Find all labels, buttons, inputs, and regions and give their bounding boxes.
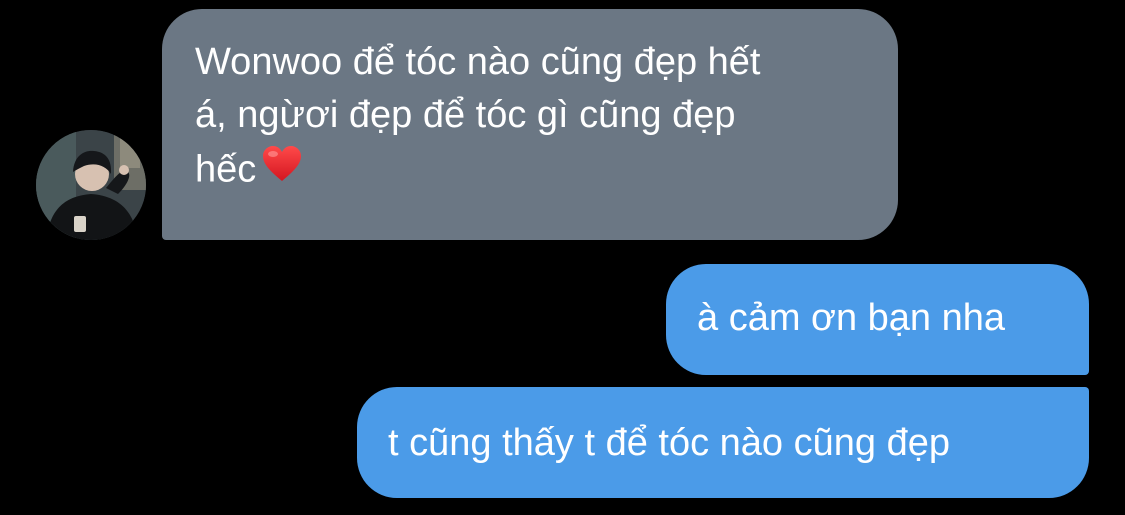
message-line-with-emoji: hếc: [195, 146, 868, 194]
message-line: hếc: [195, 148, 257, 191]
incoming-message-bubble[interactable]: Wonwoo để tóc nào cũng đẹp hết á, ngừơi …: [162, 9, 898, 240]
outgoing-message-bubble[interactable]: à cảm ơn bạn nha: [666, 264, 1089, 375]
red-heart-icon: [262, 145, 302, 190]
avatar[interactable]: [36, 130, 146, 240]
message-text: t cũng thấy t để tóc nào cũng đẹp: [388, 422, 950, 464]
profile-photo-avatar-icon: [36, 130, 146, 240]
message-line: Wonwoo để tóc nào cũng đẹp hết: [195, 41, 761, 83]
outgoing-message-bubble[interactable]: t cũng thấy t để tóc nào cũng đẹp: [357, 387, 1089, 498]
message-line: á, ngừơi đẹp để tóc gì cũng đẹp: [195, 94, 736, 136]
message-text: à cảm ơn bạn nha: [697, 297, 1006, 339]
